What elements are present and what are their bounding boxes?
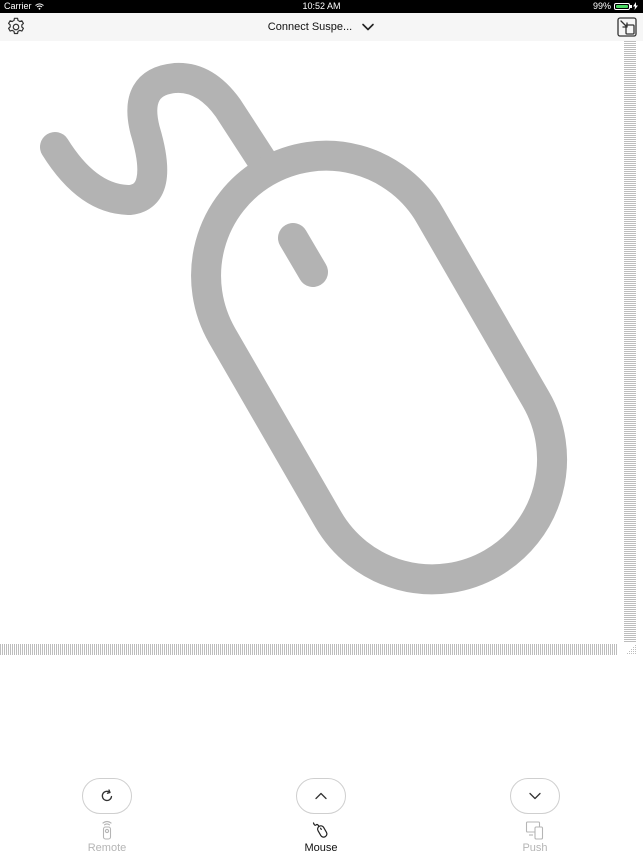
refresh-icon xyxy=(101,789,113,802)
remote-icon xyxy=(102,820,112,840)
resize-grip-icon xyxy=(627,645,636,654)
tab-label-push: Push xyxy=(522,842,548,854)
scroll-up-button[interactable] xyxy=(296,778,346,814)
vertical-scroll-strip[interactable] xyxy=(624,41,636,643)
status-time: 10:52 AM xyxy=(302,1,341,11)
devices-icon xyxy=(525,821,544,840)
switch-screen-button[interactable] xyxy=(616,16,638,38)
refresh-button[interactable] xyxy=(82,778,132,814)
battery-group: 99% xyxy=(593,1,638,11)
tab-mouse[interactable]: Mouse xyxy=(276,820,366,858)
battery-percent: 99% xyxy=(592,1,611,11)
page-title: Connect Suspe... xyxy=(267,21,353,33)
trackpad-area[interactable] xyxy=(0,41,622,642)
mouse-icon xyxy=(40,62,568,595)
chevron-down-icon xyxy=(362,23,374,31)
battery-icon xyxy=(614,2,632,10)
nav-bar: Connect Suspe... xyxy=(0,13,643,41)
tab-remote[interactable]: Remote xyxy=(62,820,152,858)
chevron-up-icon xyxy=(315,792,327,800)
tab-label-remote: Remote xyxy=(87,842,127,854)
screen-switch-icon xyxy=(617,17,637,37)
scroll-down-button[interactable] xyxy=(510,778,560,814)
horizontal-scroll-strip[interactable] xyxy=(0,644,618,655)
mouse-icon xyxy=(312,822,328,838)
charging-bolt-icon xyxy=(633,2,638,10)
status-bar: Carrier 10:52 AM 99% xyxy=(0,0,643,13)
connection-selector[interactable]: Connect Suspe... xyxy=(0,13,643,41)
chevron-down-icon xyxy=(529,792,541,800)
tab-label-mouse: Mouse xyxy=(304,842,338,854)
tab-push[interactable]: Push xyxy=(490,820,580,858)
